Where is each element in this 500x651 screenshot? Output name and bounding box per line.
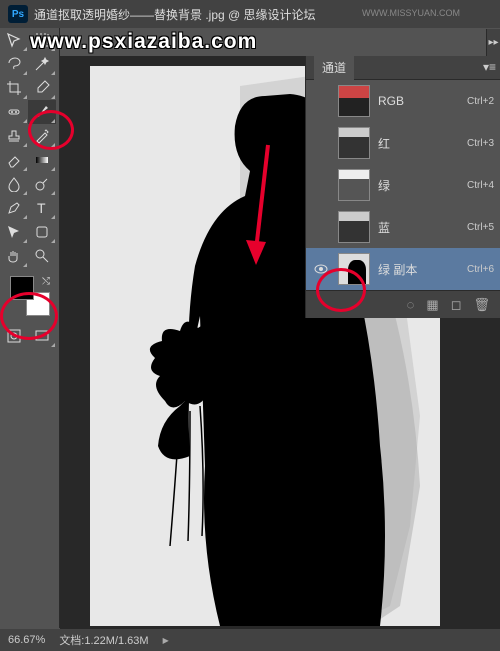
channel-red[interactable]: 红 Ctrl+3 [306,122,500,164]
panel-tabs: 通道 ▾≡ [306,56,500,80]
channel-shortcut: Ctrl+5 [467,222,494,233]
stamp-tool[interactable] [0,124,28,148]
statusbar-menu-icon[interactable]: ▶ [163,636,169,645]
channel-green-copy[interactable]: 绿 副本 Ctrl+6 [306,248,500,290]
zoom-tool[interactable] [28,244,56,268]
channel-shortcut: Ctrl+2 [467,96,494,107]
load-selection-icon[interactable]: ◌ [407,297,415,312]
healing-tool[interactable] [0,100,28,124]
dodge-tool[interactable] [28,172,56,196]
app-icon: Ps [8,5,28,23]
channel-blue[interactable]: 蓝 Ctrl+5 [306,206,500,248]
channel-label: 绿 副本 [378,261,467,278]
pen-tool[interactable] [0,196,28,220]
channel-label: RGB [378,94,467,108]
panel-collapse-icon[interactable]: ▸▸ [486,29,500,56]
hand-tool[interactable] [0,244,28,268]
crop-tool[interactable] [0,76,28,100]
wand-tool[interactable] [28,52,56,76]
screenmode-tool[interactable] [28,324,56,348]
gradient-tool[interactable] [28,148,56,172]
channel-thumb [338,253,370,285]
new-channel-icon[interactable]: ◻ [451,297,462,313]
type-tool[interactable]: T [28,196,56,220]
panel-footer: ◌ ▦ ◻ 🗑 [306,290,500,318]
channel-shortcut: Ctrl+6 [467,264,494,275]
channel-thumb [338,169,370,201]
blur-tool[interactable] [0,172,28,196]
quickmask-tool[interactable] [0,324,28,348]
channel-thumb [338,127,370,159]
delete-channel-icon[interactable]: 🗑 [473,297,490,313]
eyedropper-tool[interactable] [28,76,56,100]
channel-rgb[interactable]: RGB Ctrl+2 [306,80,500,122]
channel-label: 绿 [378,177,467,194]
watermark: www.psxiazaiba.com [30,30,257,54]
save-selection-icon[interactable]: ▦ [426,297,438,313]
move-tool[interactable] [0,28,28,52]
path-tool[interactable] [0,220,28,244]
panel-menu-icon[interactable]: ▾≡ [483,60,496,74]
shape-tool[interactable] [28,220,56,244]
channel-thumb [338,85,370,117]
statusbar: 66.67% 文档:1.22M/1.63M ▶ [0,629,500,651]
lasso-tool[interactable] [0,52,28,76]
tab-channels[interactable]: 通道 [314,55,354,80]
swap-colors-icon[interactable]: ⤭ [42,276,50,287]
svg-text:T: T [37,200,46,216]
foreground-color[interactable] [10,276,34,300]
channel-green[interactable]: 绿 Ctrl+4 [306,164,500,206]
toolbar: T ⤭ [0,28,60,628]
zoom-level[interactable]: 66.67% [8,634,45,646]
channel-label: 蓝 [378,219,467,236]
source-watermark: WWW.MISSYUAN.COM [362,8,460,18]
window-title: 通道抠取透明婚纱——替换背景 .jpg @ 思缘设计论坛 [34,6,316,23]
channel-shortcut: Ctrl+3 [467,138,494,149]
history-brush-tool[interactable] [28,124,56,148]
visibility-icon[interactable] [312,264,330,274]
channel-shortcut: Ctrl+4 [467,180,494,191]
color-swatches[interactable]: ⤭ [10,276,50,316]
channels-panel: 通道 ▾≡ RGB Ctrl+2 红 Ctrl+3 绿 Ctrl+4 蓝 Ctr… [305,56,500,318]
doc-info: 文档:1.22M/1.63M [59,632,148,648]
eraser-tool[interactable] [0,148,28,172]
channel-thumb [338,211,370,243]
channel-label: 红 [378,135,467,152]
brush-tool[interactable] [28,100,56,124]
